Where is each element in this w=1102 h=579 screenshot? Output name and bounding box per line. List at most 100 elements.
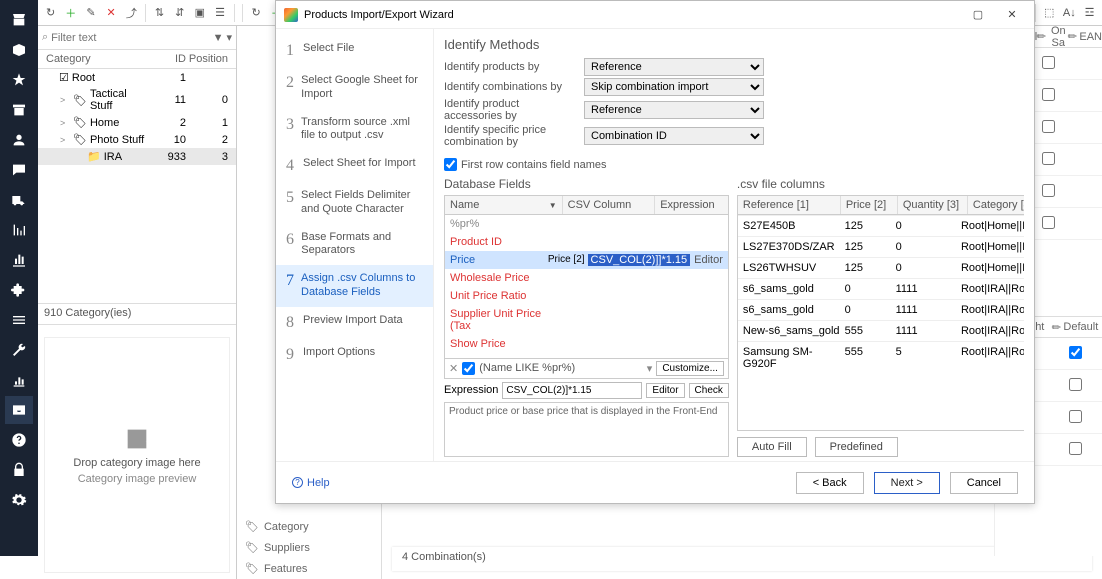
dbfield-row[interactable]: Supplier Unit Price (Tax: [445, 305, 728, 335]
predefined-button[interactable]: Predefined: [815, 437, 898, 457]
box-icon[interactable]: ▣: [191, 4, 208, 22]
filter-dropdown-icon[interactable]: ▾: [647, 362, 653, 375]
method-select[interactable]: Reference: [584, 58, 764, 76]
close-button[interactable]: ✕: [998, 4, 1026, 26]
autofill-button[interactable]: Auto Fill: [737, 437, 807, 457]
wizard-step[interactable]: 5Select Fields Delimiter and Quote Chara…: [276, 182, 433, 224]
onsale-checkbox[interactable]: [1042, 120, 1055, 133]
onsale-checkbox[interactable]: [1042, 88, 1055, 101]
dbfield-row[interactable]: Product ID: [445, 233, 728, 251]
col-category[interactable]: Category: [46, 53, 152, 65]
wizard-step[interactable]: 6Base Formats and Separators: [276, 224, 433, 266]
cancel-button[interactable]: Cancel: [950, 472, 1018, 494]
tree-row[interactable]: >🏷Tactical Stuff110: [38, 86, 236, 114]
add-icon[interactable]: ＋: [62, 4, 79, 22]
sidebar-chart1-icon[interactable]: [5, 216, 33, 244]
list-icon[interactable]: ☰: [211, 4, 228, 22]
csvcol-ref[interactable]: Reference [1]: [738, 196, 841, 214]
col-ean[interactable]: ✎EAN: [1068, 30, 1102, 43]
wizard-step[interactable]: 9Import Options: [276, 339, 433, 371]
onsale-checkbox[interactable]: [1042, 152, 1055, 165]
filter-enable-checkbox[interactable]: [462, 362, 475, 375]
csvcol-price[interactable]: Price [2]: [841, 196, 898, 214]
check-button[interactable]: Check: [689, 383, 729, 398]
wizard-step[interactable]: 2Select Google Sheet for Import: [276, 67, 433, 109]
sidebar-truck-icon[interactable]: [5, 186, 33, 214]
first-row-check[interactable]: First row contains field names: [444, 158, 1024, 171]
sidebar-sliders-icon[interactable]: [5, 306, 33, 334]
sidebar-wrench-icon[interactable]: [5, 336, 33, 364]
col-default[interactable]: ✎Default: [1049, 321, 1102, 334]
sidebar-lock-icon[interactable]: [5, 456, 33, 484]
csv-row[interactable]: s6_sams_gold01111Root|IRA||Root|Home|Clo…: [738, 278, 1024, 299]
dbfield-row[interactable]: %pr%: [445, 215, 728, 233]
sort1-icon[interactable]: ⬚: [1041, 4, 1058, 22]
back-button[interactable]: < Back: [796, 472, 864, 494]
default-checkbox[interactable]: [1069, 442, 1082, 455]
csv-row[interactable]: New-s6_sams_gold5551111Root|IRA||Root|Ho…: [738, 320, 1024, 341]
onsale-checkbox[interactable]: [1042, 184, 1055, 197]
funnel-icon[interactable]: ▼: [213, 32, 224, 44]
sort-asc-icon[interactable]: ⇅: [151, 4, 168, 22]
sidebar-chart3-icon[interactable]: [5, 366, 33, 394]
default-checkbox[interactable]: [1069, 410, 1082, 423]
csvcol-cat[interactable]: Category [4]: [968, 196, 1024, 214]
dbcol-csv[interactable]: CSV Column: [563, 196, 656, 214]
col-position[interactable]: Position: [186, 53, 230, 65]
sidebar-inbox-icon[interactable]: [5, 396, 33, 424]
csv-row[interactable]: LS27E370DS/ZAR1250Root|Home||IceCat prod…: [738, 236, 1024, 257]
csv-row[interactable]: S27E450B1250Root|Home||IceCat prodts: [738, 215, 1024, 236]
sidebar-help-icon[interactable]: [5, 426, 33, 454]
sort2-icon[interactable]: A↓: [1061, 4, 1078, 22]
funnel-clear-icon[interactable]: ▾: [226, 31, 232, 44]
onsale-checkbox[interactable]: [1042, 216, 1055, 229]
dbfield-row[interactable]: Unit Price Ratio: [445, 287, 728, 305]
sidebar-store-icon[interactable]: [5, 6, 33, 34]
method-select[interactable]: Reference: [584, 101, 764, 119]
col-id[interactable]: ID: [152, 53, 186, 65]
wizard-step[interactable]: 1Select File: [276, 35, 433, 67]
sort3-icon[interactable]: ☲: [1081, 4, 1098, 22]
wizard-step[interactable]: 8Preview Import Data: [276, 307, 433, 339]
sidebar-gear-icon[interactable]: [5, 486, 33, 514]
sidebar-chart2-icon[interactable]: [5, 246, 33, 274]
tree-row[interactable]: 📁IRA9333: [38, 148, 236, 165]
editor-button[interactable]: Editor: [646, 383, 684, 398]
method-select[interactable]: Combination ID: [584, 127, 764, 145]
tree-row[interactable]: ☑Root1: [38, 69, 236, 86]
refresh2-icon[interactable]: ↻: [248, 4, 265, 22]
onsale-checkbox[interactable]: [1042, 56, 1055, 69]
delete-icon[interactable]: ✕: [103, 4, 120, 22]
firstrow-checkbox[interactable]: [444, 158, 457, 171]
link-icon[interactable]: ⤴: [123, 4, 140, 22]
csv-row[interactable]: Samsung SM-G920F5555Root|IRA||Root|Home|…: [738, 341, 1024, 374]
help-link[interactable]: ?Help: [292, 477, 330, 489]
dbcol-name[interactable]: Name▼: [445, 196, 563, 214]
dbcol-expr[interactable]: Expression: [655, 196, 728, 214]
default-checkbox[interactable]: [1069, 346, 1082, 359]
sidebar-chat-icon[interactable]: [5, 156, 33, 184]
filter-clear-icon[interactable]: ✕: [449, 362, 458, 375]
filter-input[interactable]: [51, 32, 209, 44]
default-checkbox[interactable]: [1069, 378, 1082, 391]
wizard-step[interactable]: 3Transform source .xml file to output .c…: [276, 109, 433, 151]
col-onsale[interactable]: ✎On Sa: [1037, 25, 1068, 49]
next-button[interactable]: Next >: [874, 472, 940, 494]
sidebar-star-icon[interactable]: [5, 66, 33, 94]
sidebar-puzzle-icon[interactable]: [5, 276, 33, 304]
refresh-icon[interactable]: ↻: [42, 4, 59, 22]
sort-desc-icon[interactable]: ⇵: [171, 4, 188, 22]
dbfield-row[interactable]: Show Price: [445, 335, 728, 353]
csvcol-qty[interactable]: Quantity [3]: [898, 196, 968, 214]
dbfield-row[interactable]: PricePrice [2]CSV_COL(2)]]*1.15Editor: [445, 251, 728, 269]
method-select[interactable]: Skip combination import: [584, 78, 764, 96]
sidebar-archive-icon[interactable]: [5, 96, 33, 124]
image-dropzone[interactable]: Drop category image here Category image …: [44, 337, 230, 573]
maximize-button[interactable]: ▢: [964, 4, 992, 26]
sidebar-box-icon[interactable]: [5, 36, 33, 64]
csv-row[interactable]: LS26TWHSUV1250Root|Home||IceCat prodts: [738, 257, 1024, 278]
tree-row[interactable]: >🏷Photo Stuff102: [38, 131, 236, 148]
dbfield-row[interactable]: Wholesale Price: [445, 269, 728, 287]
tree-row[interactable]: >🏷Home21: [38, 114, 236, 131]
wizard-step[interactable]: 7Assign .csv Columns to Database Fields: [276, 265, 433, 307]
